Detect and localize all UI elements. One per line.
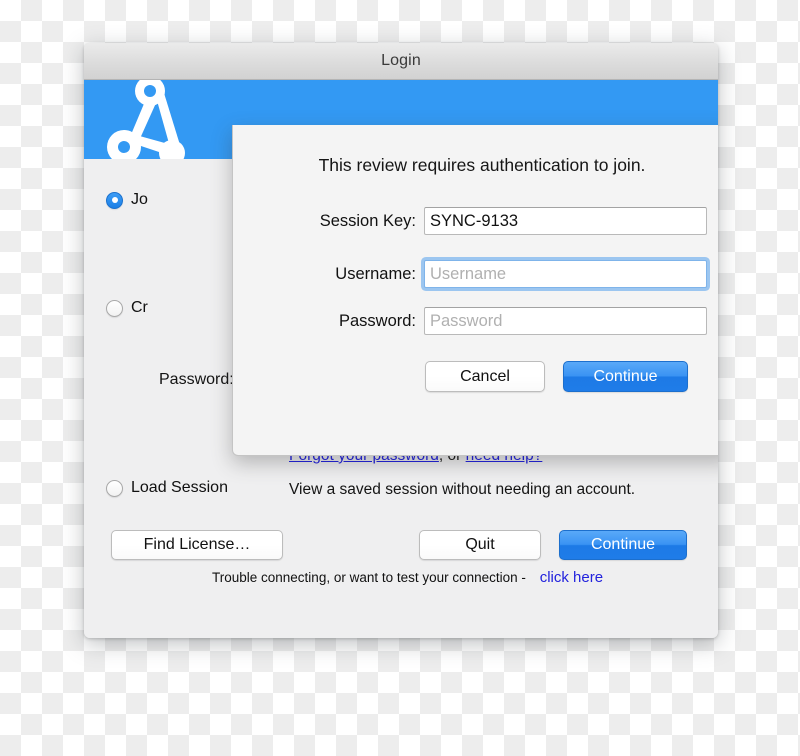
session-key-label: Session Key: <box>319 211 416 230</box>
radio-option-load-session[interactable]: Load Session <box>106 479 228 497</box>
trouble-connecting-note: Trouble connecting, or want to test your… <box>212 569 603 586</box>
modal-continue-button[interactable]: Continue <box>563 361 688 392</box>
login-window: Login Jo Cr Password: Load Session View … <box>84 43 718 638</box>
background-password-label: Password: <box>159 371 234 388</box>
radio-join-indicator[interactable] <box>106 191 123 209</box>
password-label: Password: <box>338 311 416 330</box>
window-titlebar: Login <box>84 43 718 80</box>
load-session-description: View a saved session without needing an … <box>289 481 636 498</box>
password-input[interactable] <box>424 307 707 335</box>
continue-button[interactable]: Continue <box>559 530 687 560</box>
session-key-row: Session Key: <box>253 207 708 235</box>
authentication-modal: This review requires authentication to j… <box>232 125 718 456</box>
modal-heading: This review requires authentication to j… <box>318 155 646 175</box>
quit-button[interactable]: Quit <box>419 530 541 560</box>
radio-option-create[interactable]: Cr <box>106 299 148 317</box>
radio-load-session-indicator[interactable] <box>106 479 123 497</box>
modal-cancel-button[interactable]: Cancel <box>425 361 545 392</box>
radio-option-join[interactable]: Jo <box>106 191 148 209</box>
session-key-input[interactable] <box>424 207 707 235</box>
click-here-link[interactable]: click here <box>540 569 603 586</box>
username-input[interactable] <box>424 260 707 288</box>
trouble-connecting-text: Trouble connecting, or want to test your… <box>212 570 526 585</box>
username-label: Username: <box>335 264 416 283</box>
username-row: Username: <box>253 260 708 288</box>
molecule-logo-icon <box>107 80 185 159</box>
radio-join-label: Jo <box>131 191 148 208</box>
find-license-button[interactable]: Find License… <box>111 530 283 560</box>
radio-load-session-label: Load Session <box>131 479 228 496</box>
radio-create-indicator[interactable] <box>106 299 123 317</box>
password-row: Password: <box>253 307 708 335</box>
radio-create-label: Cr <box>131 299 148 316</box>
window-title: Login <box>381 52 421 69</box>
